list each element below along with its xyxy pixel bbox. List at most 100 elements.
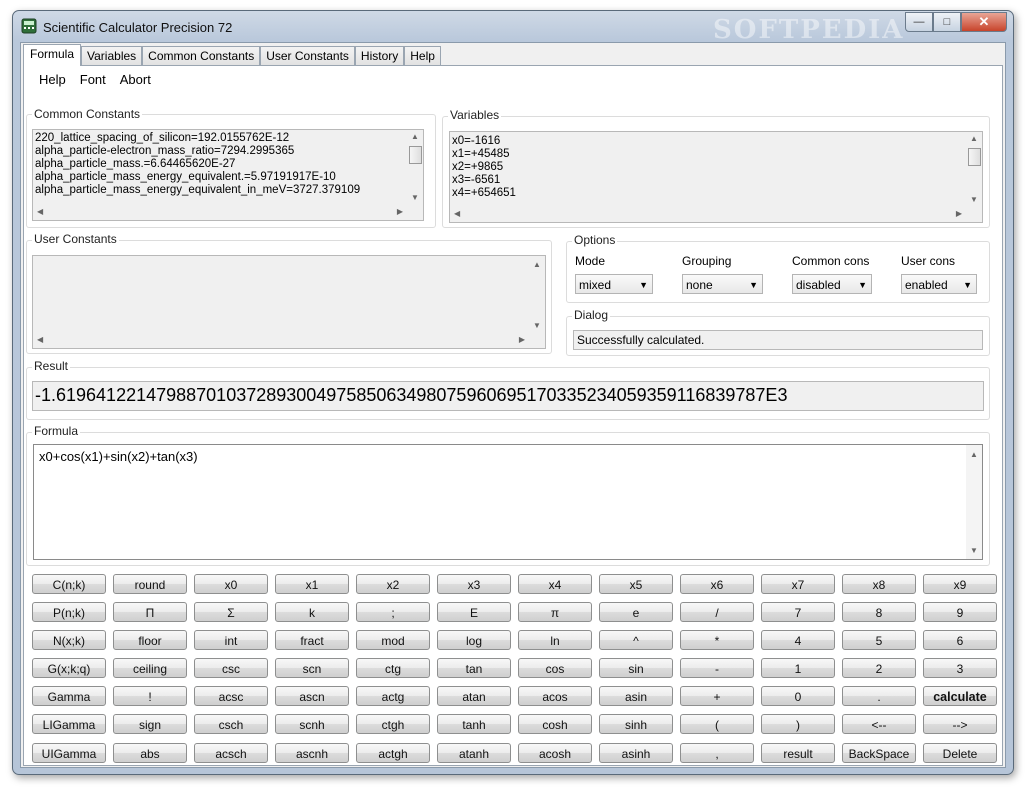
key-button[interactable]: round (113, 574, 187, 594)
key-button[interactable]: 2 (842, 658, 916, 678)
key-button[interactable]: Gamma (32, 686, 106, 706)
key-button[interactable]: actgh (356, 743, 430, 763)
scroll-thumb[interactable] (968, 148, 981, 166)
list-item[interactable]: x0=-1616 (450, 135, 982, 148)
key-button[interactable]: x3 (437, 574, 511, 594)
key-button[interactable]: floor (113, 630, 187, 650)
key-button[interactable]: ln (518, 630, 592, 650)
user-constants-list[interactable]: ▲ ▼ ◀ ▶ (32, 255, 546, 349)
scroll-right-icon[interactable]: ▶ (397, 207, 403, 216)
key-button[interactable]: E (437, 602, 511, 622)
scroll-thumb[interactable] (409, 146, 422, 164)
list-item[interactable]: alpha_particle_mass_energy_equivalent.=5… (33, 171, 423, 184)
scroll-down-icon[interactable]: ▼ (411, 193, 419, 202)
close-button[interactable]: ✕ (961, 12, 1007, 32)
scroll-up-icon[interactable]: ▲ (970, 450, 978, 459)
title-bar[interactable]: Scientific Calculator Precision 72 SOFTP… (13, 11, 1013, 45)
scroll-down-icon[interactable]: ▼ (533, 321, 541, 330)
key-button[interactable]: x7 (761, 574, 835, 594)
vertical-scrollbar[interactable]: ▲ ▼ (407, 130, 423, 204)
key-button[interactable]: log (437, 630, 511, 650)
key-button[interactable]: ascn (275, 686, 349, 706)
key-button[interactable]: C(n;k) (32, 574, 106, 594)
scroll-down-icon[interactable]: ▼ (970, 195, 978, 204)
key-button[interactable]: P(n;k) (32, 602, 106, 622)
key-button[interactable]: <-- (842, 714, 916, 734)
key-button[interactable]: 7 (761, 602, 835, 622)
list-item[interactable]: x2=+9865 (450, 161, 982, 174)
key-button[interactable]: tanh (437, 714, 511, 734)
key-button[interactable]: acos (518, 686, 592, 706)
list-item[interactable]: 220_lattice_spacing_of_silicon=192.01557… (33, 132, 423, 145)
key-button[interactable]: G(x;k;q) (32, 658, 106, 678)
horizontal-scrollbar[interactable]: ◀ ▶ (33, 204, 407, 220)
key-button[interactable]: ; (356, 602, 430, 622)
key-button[interactable]: + (680, 686, 754, 706)
key-button[interactable]: tan (437, 658, 511, 678)
key-button[interactable]: 3 (923, 658, 997, 678)
key-button[interactable]: asinh (599, 743, 673, 763)
formula-input[interactable]: x0+cos(x1)+sin(x2)+tan(x3) ▲ ▼ (33, 444, 983, 560)
key-button[interactable]: * (680, 630, 754, 650)
key-button[interactable]: mod (356, 630, 430, 650)
scroll-right-icon[interactable]: ▶ (519, 335, 525, 344)
list-item[interactable]: x4=+654651 (450, 187, 982, 200)
key-button[interactable]: csch (194, 714, 268, 734)
key-button[interactable]: . (842, 686, 916, 706)
key-button[interactable]: 0 (761, 686, 835, 706)
key-button[interactable]: actg (356, 686, 430, 706)
key-button[interactable]: ceiling (113, 658, 187, 678)
maximize-button[interactable]: □ (933, 12, 961, 32)
key-button[interactable]: ^ (599, 630, 673, 650)
list-item[interactable]: alpha_particle_mass_energy_equivalent_in… (33, 184, 423, 197)
scroll-up-icon[interactable]: ▲ (970, 134, 978, 143)
key-button[interactable]: e (599, 602, 673, 622)
key-button[interactable]: x0 (194, 574, 268, 594)
key-button[interactable]: x8 (842, 574, 916, 594)
key-button[interactable]: x2 (356, 574, 430, 594)
key-button[interactable]: ( (680, 714, 754, 734)
key-button[interactable]: cosh (518, 714, 592, 734)
tab-help[interactable]: Help (404, 46, 441, 66)
list-item[interactable]: x3=-6561 (450, 174, 982, 187)
vertical-scrollbar[interactable]: ▲ ▼ (966, 445, 982, 559)
key-button[interactable]: atanh (437, 743, 511, 763)
vertical-scrollbar[interactable]: ▲ ▼ (529, 256, 545, 332)
grouping-select[interactable]: none ▼ (682, 274, 763, 294)
key-button[interactable]: int (194, 630, 268, 650)
key-button[interactable]: N(x;k) (32, 630, 106, 650)
key-button[interactable]: LIGamma (32, 714, 106, 734)
key-button[interactable]: scn (275, 658, 349, 678)
horizontal-scrollbar[interactable]: ◀ ▶ (33, 332, 529, 348)
mode-select[interactable]: mixed ▼ (575, 274, 653, 294)
scroll-left-icon[interactable]: ◀ (37, 207, 43, 216)
minimize-button[interactable]: — (905, 12, 933, 32)
scroll-up-icon[interactable]: ▲ (411, 132, 419, 141)
key-button[interactable]: scnh (275, 714, 349, 734)
key-button[interactable]: BackSpace (842, 743, 916, 763)
key-button[interactable]: ascnh (275, 743, 349, 763)
list-item[interactable]: alpha_particle-electron_mass_ratio=7294.… (33, 145, 423, 158)
key-button[interactable]: 5 (842, 630, 916, 650)
key-button[interactable]: x4 (518, 574, 592, 594)
key-button[interactable]: cos (518, 658, 592, 678)
key-button[interactable]: ) (761, 714, 835, 734)
key-button[interactable]: / (680, 602, 754, 622)
key-button[interactable]: x1 (275, 574, 349, 594)
key-button[interactable]: 6 (923, 630, 997, 650)
key-button[interactable]: k (275, 602, 349, 622)
scroll-left-icon[interactable]: ◀ (454, 209, 460, 218)
key-button[interactable]: atan (437, 686, 511, 706)
result-field[interactable]: -1.6196412214798870103728930049758506349… (32, 381, 984, 411)
key-button[interactable]: calculate (923, 686, 997, 706)
menu-abort[interactable]: Abort (113, 66, 158, 90)
key-button[interactable]: - (680, 658, 754, 678)
scroll-down-icon[interactable]: ▼ (970, 546, 978, 555)
key-button[interactable]: acosh (518, 743, 592, 763)
key-button[interactable]: acsch (194, 743, 268, 763)
user-cons-select[interactable]: enabled ▼ (901, 274, 977, 294)
key-button[interactable]: Π (113, 602, 187, 622)
key-button[interactable]: π (518, 602, 592, 622)
tab-user-constants[interactable]: User Constants (260, 46, 355, 66)
tab-variables[interactable]: Variables (81, 46, 143, 66)
